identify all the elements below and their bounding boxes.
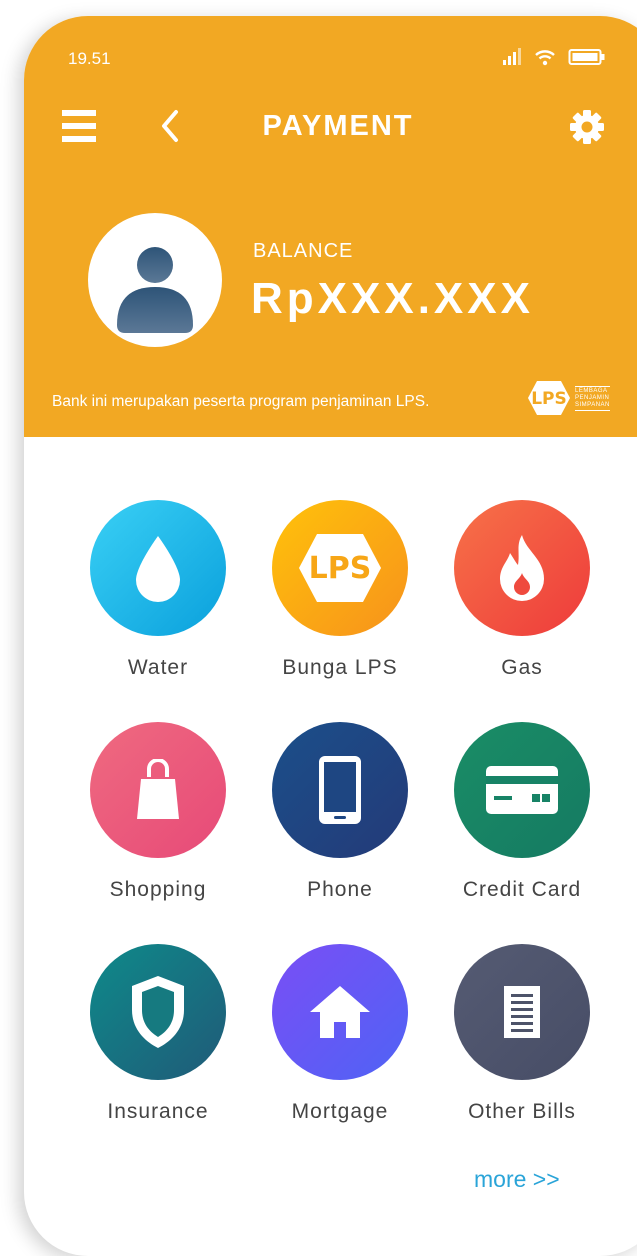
payment-gas-button[interactable]: Gas: [432, 500, 612, 680]
payment-shopping-button[interactable]: Shopping: [68, 722, 248, 902]
back-arrow-icon[interactable]: [156, 108, 186, 144]
payment-label: Other Bills: [468, 1100, 576, 1123]
flame-icon: [454, 500, 590, 636]
payment-other-bills-button[interactable]: Other Bills: [432, 944, 612, 1124]
shopping-bag-icon: [90, 722, 226, 858]
smartphone-icon: [272, 722, 408, 858]
more-link[interactable]: more >>: [474, 1166, 560, 1193]
lps-guarantee-note: Bank ini merupakan peserta program penja…: [52, 393, 430, 410]
status-time: 19.51: [68, 49, 111, 68]
payment-label: Phone: [307, 878, 373, 901]
payment-label: Water: [127, 656, 189, 679]
avatar[interactable]: [88, 213, 222, 347]
payment-label: Insurance: [107, 1100, 209, 1123]
user-avatar-icon: [117, 247, 193, 333]
lps-logo-icon: LPS: [272, 500, 408, 636]
house-icon: [272, 944, 408, 1080]
battery-icon: [568, 49, 605, 65]
hamburger-menu-icon[interactable]: [62, 108, 96, 144]
payment-header: 19.51 PAYMENT BALANCE RpXXX.XXX Bank ini…: [24, 16, 637, 437]
lps-logo-line: PENJAMIN: [575, 394, 610, 401]
payment-label: Shopping: [109, 878, 207, 901]
phone-frame: 19.51 PAYMENT BALANCE RpXXX.XXX Bank ini…: [24, 16, 637, 1256]
payment-label: Mortgage: [291, 1100, 389, 1123]
page-title: PAYMENT: [262, 110, 414, 142]
lps-mark-text: LPS: [531, 389, 567, 409]
payment-label: Credit Card: [462, 878, 582, 901]
payment-mortgage-button[interactable]: Mortgage: [250, 944, 430, 1124]
status-icons: [502, 48, 606, 66]
lps-logo-line: LEMBAGA: [575, 387, 608, 394]
payment-credit-card-button[interactable]: Credit Card: [432, 722, 612, 902]
water-drop-icon: [90, 500, 226, 636]
gear-icon[interactable]: [568, 108, 606, 146]
balance-value: RpXXX.XXX: [251, 274, 534, 323]
lps-mark-icon: LPS: [528, 381, 570, 415]
lps-logo-line: SIMPANAN: [575, 401, 610, 408]
lps-logo: LPS LEMBAGA PENJAMIN SIMPANAN: [526, 379, 610, 417]
bill-document-icon: [454, 944, 590, 1080]
signal-icon: [503, 48, 521, 65]
payment-water-button[interactable]: Water: [68, 500, 248, 680]
payment-label: Gas: [501, 656, 543, 679]
balance-label: BALANCE: [253, 240, 354, 262]
wifi-icon: [535, 50, 555, 66]
payment-bunga-lps-button[interactable]: LPS Bunga LPS: [250, 500, 430, 680]
payment-phone-button[interactable]: Phone: [250, 722, 430, 902]
payment-label: Bunga LPS: [282, 656, 398, 679]
payment-insurance-button[interactable]: Insurance: [68, 944, 248, 1124]
credit-card-icon: [454, 722, 590, 858]
shield-icon: [90, 944, 226, 1080]
lps-logo-text: LEMBAGA PENJAMIN SIMPANAN: [575, 385, 610, 411]
svg-text:LPS: LPS: [309, 551, 372, 586]
